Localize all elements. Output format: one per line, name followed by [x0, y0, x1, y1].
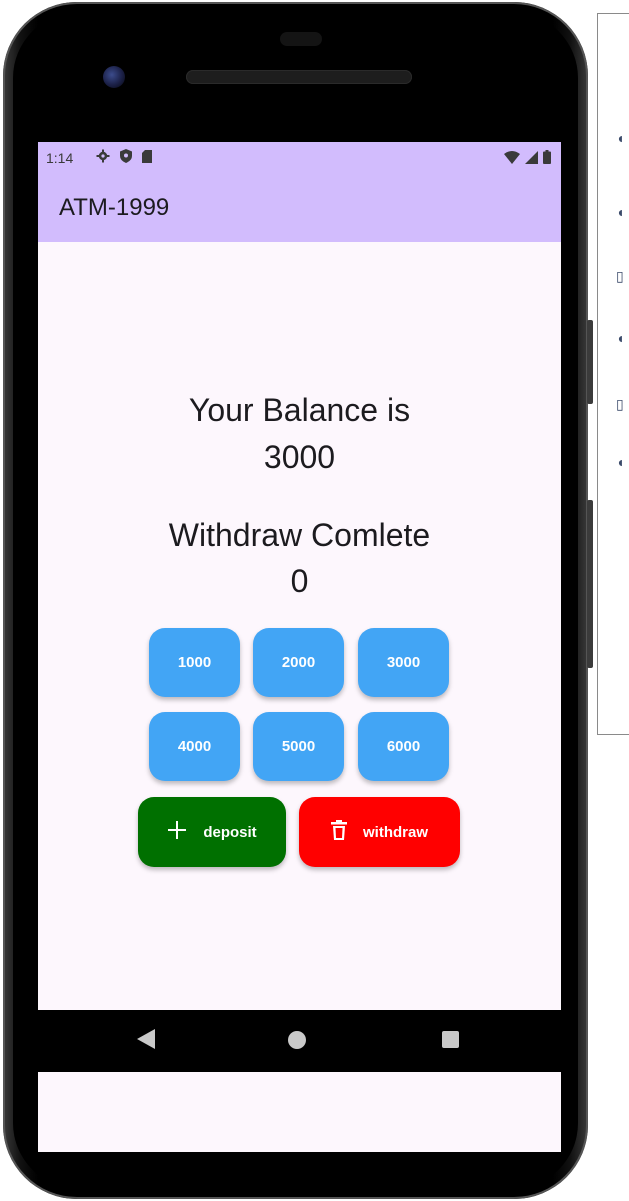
recents-icon[interactable] — [442, 1031, 459, 1048]
plus-icon — [167, 820, 187, 844]
side-panel-glyph: ◖ — [616, 204, 625, 220]
side-panel-glyph: ▯ — [616, 268, 624, 284]
shield-icon — [120, 149, 132, 168]
withdraw-status-label: Withdraw Comlete — [168, 517, 431, 553]
app-title: ATM-1999 — [59, 194, 170, 221]
status-icons-right — [504, 150, 551, 169]
sd-card-icon — [142, 149, 152, 168]
balance-value: 3000 — [263, 439, 336, 475]
proximity-sensor — [280, 32, 322, 46]
power-button[interactable] — [587, 320, 593, 404]
volume-button[interactable] — [587, 500, 593, 668]
app-bar: ATM-1999 — [38, 174, 561, 242]
navigation-bar — [38, 1010, 561, 1072]
deposit-button[interactable]: deposit — [138, 797, 286, 867]
side-panel-window: ◖ ◖ ▯ ◖ ▯ ◖ — [597, 13, 629, 735]
side-panel-glyph: ◖ — [616, 330, 625, 346]
home-icon[interactable] — [288, 1031, 306, 1049]
status-time: 1:14 — [46, 150, 74, 166]
status-icons-left — [96, 149, 152, 168]
amount-button-3000[interactable]: 3000 — [358, 628, 449, 697]
deposit-label: deposit — [203, 823, 257, 841]
withdraw-status-value: 0 — [290, 563, 309, 599]
trash-icon — [330, 820, 347, 844]
front-camera — [103, 66, 125, 88]
battery-icon — [543, 150, 551, 169]
amount-button-6000[interactable]: 6000 — [358, 712, 449, 781]
balance-label: Your Balance is — [188, 392, 411, 428]
side-panel-glyph: ◖ — [616, 454, 625, 470]
withdraw-label: withdraw — [362, 823, 428, 841]
wifi-icon — [504, 150, 520, 169]
gear-icon — [96, 149, 110, 168]
desktop-stage: ◖ ◖ ▯ ◖ ▯ ◖ 1:14 ATM-1999 Your Balance i… — [0, 0, 629, 1201]
side-panel-glyph: ▯ — [616, 396, 624, 412]
amount-button-5000[interactable]: 5000 — [253, 712, 344, 781]
back-icon[interactable] — [137, 1029, 155, 1054]
app-screen: 1:14 ATM-1999 Your Balance is 3000 Withd… — [38, 142, 561, 1152]
status-bar: 1:14 — [38, 142, 561, 174]
main-content: Your Balance is 3000 Withdraw Comlete 0 … — [38, 242, 561, 1010]
amount-button-4000[interactable]: 4000 — [149, 712, 240, 781]
side-panel-glyph: ◖ — [616, 130, 625, 146]
earpiece-speaker — [186, 70, 412, 84]
signal-icon — [525, 150, 538, 169]
amount-button-1000[interactable]: 1000 — [149, 628, 240, 697]
amount-button-2000[interactable]: 2000 — [253, 628, 344, 697]
withdraw-button[interactable]: withdraw — [299, 797, 460, 867]
